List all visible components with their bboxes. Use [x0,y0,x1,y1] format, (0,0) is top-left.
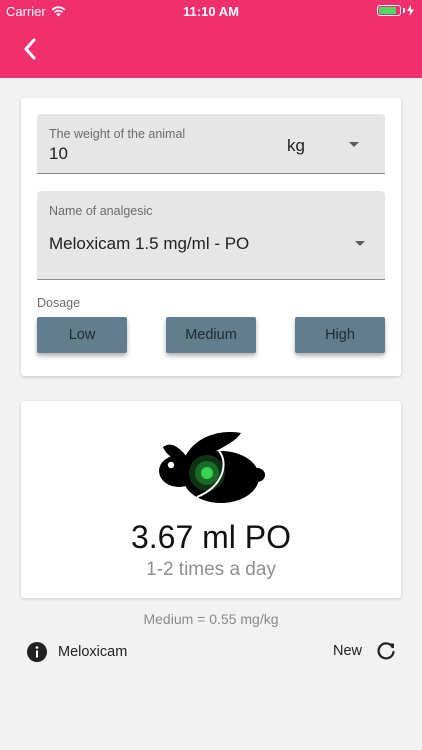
new-calculation-button[interactable]: New [333,641,396,661]
dose-note: Medium = 0.55 mg/kg [143,611,279,627]
battery-indicator [377,5,414,16]
refresh-icon [377,642,395,660]
battery-fill [379,7,396,14]
weight-field[interactable]: The weight of the animal 10 kg [37,114,385,174]
charging-bolt-icon [407,5,414,16]
input-card: The weight of the animal 10 kg Name of a… [21,98,401,376]
dropdown-arrow-icon[interactable] [355,241,365,246]
dosage-medium-button[interactable]: Medium [166,317,256,353]
analgesic-label: Name of analgesic [49,204,153,218]
app-bar: Carrier 11:10 AM [0,0,422,78]
weight-label: The weight of the animal [49,127,186,141]
new-label: New [332,643,362,659]
chevron-left-icon [24,38,36,60]
battery-icon [377,5,401,16]
dose-frequency: 1-2 times a day [146,559,276,580]
weight-input[interactable]: 10 [49,144,68,164]
drug-info-button[interactable]: Meloxicam [26,641,127,663]
drug-info-label: Meloxicam [58,644,128,660]
dosage-high-button[interactable]: High [295,317,385,353]
analgesic-select[interactable]: Name of analgesic Meloxicam 1.5 mg/ml - … [37,191,385,280]
dose-result: 3.67 ml PO [130,519,292,555]
rabbit-icon [159,432,265,503]
info-icon [27,642,47,662]
dosage-label: Dosage [37,296,81,310]
back-button[interactable] [16,34,44,64]
dropdown-arrow-icon[interactable] [349,142,359,147]
status-time: 11:10 AM [183,4,239,19]
dosage-low-button[interactable]: Low [37,317,127,353]
analgesic-value[interactable]: Meloxicam 1.5 mg/ml - PO [49,234,249,254]
unit-select[interactable]: kg [287,136,305,156]
status-bar: Carrier 11:10 AM [0,0,422,22]
result-card: 3.67 ml PO 1-2 times a day [21,401,401,598]
